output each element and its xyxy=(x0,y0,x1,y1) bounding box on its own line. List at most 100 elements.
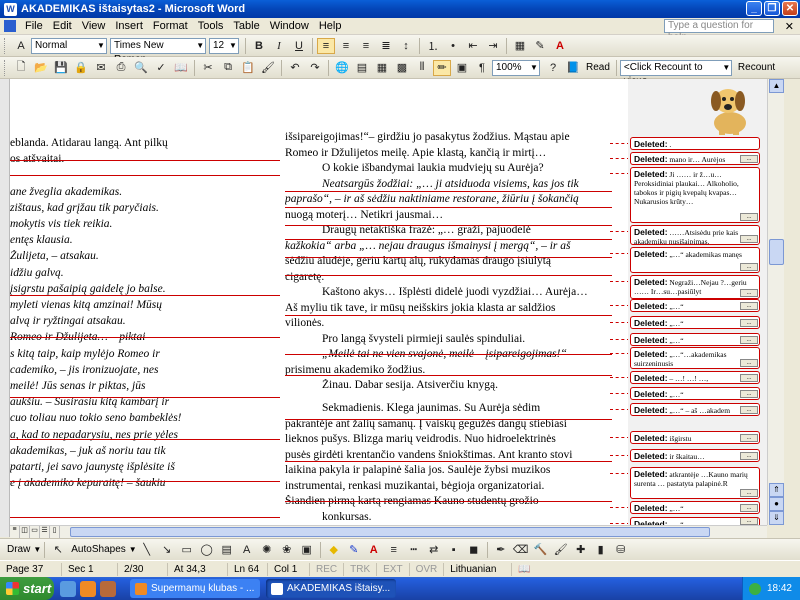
decrease-indent-icon[interactable]: ⇤ xyxy=(464,38,482,54)
minimize-button[interactable]: _ xyxy=(746,1,762,16)
menu-format[interactable]: Format xyxy=(148,20,193,32)
insert-excel-icon[interactable]: ▩ xyxy=(393,60,411,76)
document-map-icon[interactable]: ▣ xyxy=(453,60,471,76)
menu-tools[interactable]: Tools xyxy=(193,20,229,32)
email-icon[interactable]: ✉ xyxy=(92,60,110,76)
zoom-combo[interactable]: 100% ▼ xyxy=(492,59,540,76)
open-folder-icon[interactable]: 📂 xyxy=(32,60,50,76)
spelling-icon[interactable]: ✓ xyxy=(152,60,170,76)
restore-button[interactable]: ❐ xyxy=(764,1,780,16)
deleted-balloon[interactable]: Deleted: „…“…akademikas suirzeninusis... xyxy=(630,347,760,369)
recount-combo[interactable]: <Click Recount to view> ▼ xyxy=(619,59,732,87)
highlighter-icon[interactable]: ▮ xyxy=(592,542,610,558)
next-page-icon[interactable]: ⇓ xyxy=(769,511,784,525)
deleted-balloon[interactable]: Deleted: . xyxy=(630,137,760,150)
hyperlink-icon[interactable]: 🌐 xyxy=(333,60,351,76)
outline-view-icon[interactable]: ☰ xyxy=(40,526,50,538)
deleted-balloon[interactable]: Deleted: Ji …… ir ž…u…Peroksidiniai plau… xyxy=(630,167,760,223)
format-painter-icon[interactable]: 🖌 xyxy=(259,60,277,76)
deleted-balloon[interactable]: Deleted: išgirstu... xyxy=(630,431,760,444)
balloon-more-button[interactable]: ... xyxy=(740,359,758,367)
balloon-more-button[interactable]: ... xyxy=(740,390,758,398)
arrow-style-icon[interactable]: ⇄ xyxy=(425,542,443,558)
deleted-balloon[interactable]: Deleted: ir škaitau…... xyxy=(630,449,760,462)
document-icon[interactable] xyxy=(4,20,16,32)
wordart-icon[interactable]: A xyxy=(238,542,256,558)
status-page[interactable]: Page 37 xyxy=(0,562,62,576)
document-page[interactable]: eblanda. Atidarau langą. Ant pilkųos atš… xyxy=(10,79,767,525)
deleted-balloon[interactable]: Deleted: „…“... xyxy=(630,517,760,525)
app-quicklaunch-icon[interactable] xyxy=(100,580,116,597)
vertical-scrollbar[interactable]: ▲ ⇑ ● ⇓ xyxy=(767,79,784,525)
balloon-more-button[interactable]: ... xyxy=(740,155,758,163)
status-trk[interactable]: TRK xyxy=(344,562,378,576)
web-view-icon[interactable]: ◫ xyxy=(20,526,30,538)
show-desktop-icon[interactable] xyxy=(60,580,76,597)
line-icon[interactable]: ╲ xyxy=(138,542,156,558)
rectangle-icon[interactable]: ▭ xyxy=(178,542,196,558)
prev-page-icon[interactable]: ⇑ xyxy=(769,483,784,497)
balloon-more-button[interactable]: ... xyxy=(740,452,758,460)
deleted-balloon[interactable]: Deleted: „…“ – aš …akadem... xyxy=(630,403,760,416)
arrow-icon[interactable]: ↘ xyxy=(158,542,176,558)
hammer-icon[interactable]: 🔨 xyxy=(532,542,550,558)
brush-icon[interactable]: 🖌 xyxy=(552,542,570,558)
hscroll-thumb[interactable] xyxy=(70,527,710,537)
copy-icon[interactable]: ⧉ xyxy=(219,60,237,76)
balloon-more-button[interactable]: ... xyxy=(740,489,758,497)
deleted-balloon[interactable]: Deleted: „…“... xyxy=(630,501,760,514)
oval-icon[interactable]: ◯ xyxy=(198,542,216,558)
balloon-more-button[interactable]: ... xyxy=(740,504,758,512)
close-window-button[interactable]: ✕ xyxy=(782,1,798,16)
office-assistant-dog-icon[interactable] xyxy=(700,79,758,137)
spelling-status-icon[interactable]: 📖 xyxy=(512,563,536,576)
clock[interactable]: 18:42 xyxy=(767,583,792,594)
autoshapes-menu[interactable]: AutoShapes xyxy=(71,544,126,555)
drawing-icon[interactable]: ✏ xyxy=(433,59,451,76)
recount-button[interactable]: Recount xyxy=(738,62,775,73)
select-objects-icon[interactable]: ↖ xyxy=(49,542,67,558)
deleted-balloon[interactable]: Deleted: – …! …! …,... xyxy=(630,371,760,384)
menu-file[interactable]: File xyxy=(20,20,48,32)
balloon-more-button[interactable]: ... xyxy=(740,518,758,525)
reading-layout-icon[interactable]: ▯ xyxy=(50,526,60,538)
menu-help[interactable]: Help xyxy=(314,20,347,32)
balloon-more-button[interactable]: ... xyxy=(740,213,758,221)
deleted-balloon[interactable]: Deleted: mano ir… Aurėjos... xyxy=(630,152,760,165)
print-icon[interactable]: ⎙ xyxy=(112,60,130,76)
cut-icon[interactable]: ✂ xyxy=(199,60,217,76)
save-icon[interactable]: 💾 xyxy=(52,60,70,76)
align-right-icon[interactable]: ≡ xyxy=(357,38,375,54)
balloon-more-button[interactable]: ... xyxy=(740,235,758,243)
word-app-icon[interactable]: W xyxy=(4,2,17,16)
status-rec[interactable]: REC xyxy=(310,562,345,576)
font-color-icon[interactable]: A xyxy=(551,38,569,54)
menu-view[interactable]: View xyxy=(77,20,111,32)
styles-pane-icon[interactable]: A xyxy=(12,38,30,54)
pen-icon[interactable]: ✒ xyxy=(492,542,510,558)
italic-button[interactable]: I xyxy=(270,38,288,54)
deleted-balloon[interactable]: Deleted: „…“... xyxy=(630,387,760,400)
clipart-icon[interactable]: ❀ xyxy=(278,542,296,558)
balloon-more-button[interactable]: ... xyxy=(740,302,758,310)
print-preview-icon[interactable]: 🔍 xyxy=(132,60,150,76)
status-language[interactable]: Lithuanian xyxy=(444,562,513,576)
show-hide-icon[interactable]: ¶ xyxy=(473,60,491,76)
toolbar-grip[interactable] xyxy=(4,37,7,54)
draw-menu[interactable]: Draw xyxy=(7,544,30,555)
bullets-icon[interactable]: • xyxy=(444,38,462,54)
undo-icon[interactable]: ↶ xyxy=(286,60,304,76)
bold-button[interactable]: B xyxy=(250,38,268,54)
diagram-icon[interactable]: ✺ xyxy=(258,542,276,558)
dash-style-icon[interactable]: ┅ xyxy=(405,542,423,558)
help-icon[interactable]: ? xyxy=(544,60,562,76)
deleted-balloon[interactable]: Deleted: „…“... xyxy=(630,333,760,346)
eraser-icon[interactable]: ⌫ xyxy=(512,542,530,558)
borders-icon[interactable]: ▦ xyxy=(511,38,529,54)
read-icon[interactable]: 📘 xyxy=(564,60,582,76)
align-left-icon[interactable]: ≡ xyxy=(317,37,335,54)
deleted-balloon[interactable]: Deleted: „…“ akademikas manęs... xyxy=(630,247,760,273)
redo-icon[interactable]: ↷ xyxy=(306,60,324,76)
highlight-icon[interactable]: ✎ xyxy=(531,38,549,54)
task-word[interactable]: AKADEMIKAS ištaisy... xyxy=(266,579,396,598)
